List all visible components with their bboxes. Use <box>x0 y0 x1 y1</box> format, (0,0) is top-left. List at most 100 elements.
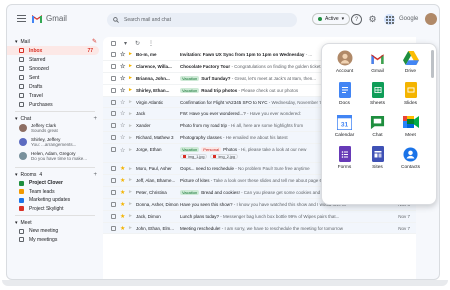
meet-item[interactable]: My meetings <box>7 236 103 245</box>
row-checkbox[interactable] <box>111 147 116 153</box>
row-checkbox[interactable] <box>111 201 116 207</box>
app-docs[interactable]: Docs <box>328 82 361 106</box>
meet-item[interactable]: New meeting <box>7 227 103 236</box>
star-icon[interactable]: ★ <box>120 165 126 172</box>
star-icon[interactable]: ☆ <box>120 87 126 94</box>
attachment-chip[interactable]: img_1.jpg <box>180 154 208 160</box>
select-all-checkbox[interactable] <box>111 40 116 46</box>
app-gmail[interactable]: Gmail <box>361 50 394 74</box>
star-icon[interactable]: ☆ <box>120 134 126 141</box>
row-checkbox[interactable] <box>111 51 116 57</box>
help-icon[interactable]: ? <box>351 14 362 25</box>
sidebar-item-starred[interactable]: Starred <box>7 55 99 64</box>
chat-list-item[interactable]: Jeffery Clark Sounds great <box>7 123 99 137</box>
app-chat[interactable]: Chat <box>361 114 394 138</box>
search-bar[interactable]: Search mail and chat <box>107 13 297 27</box>
email-row[interactable]: ★ ► John, Ethan, Elm... Meeting reschedule!… <box>103 222 416 235</box>
star-icon[interactable]: ☆ <box>120 122 126 129</box>
row-checkbox[interactable] <box>111 213 116 219</box>
row-checkbox[interactable] <box>111 177 116 183</box>
room-item[interactable]: Marketing updates <box>7 196 103 205</box>
important-marker-icon[interactable]: ► <box>128 177 133 183</box>
row-checkbox[interactable] <box>111 135 116 141</box>
room-item[interactable]: Project Clover <box>7 179 103 188</box>
search-input[interactable]: Search mail and chat <box>124 17 171 23</box>
room-item[interactable]: Team leads <box>7 188 103 197</box>
important-marker-icon[interactable]: ► <box>128 123 133 129</box>
row-checkbox[interactable] <box>111 99 116 105</box>
sidebar-item-purchases[interactable]: Purchases <box>7 100 99 109</box>
star-icon[interactable]: ☆ <box>120 147 126 154</box>
sidebar-item-sent[interactable]: Sent <box>7 73 99 82</box>
compose-pencil-icon[interactable]: ✎ <box>92 38 97 45</box>
important-marker-icon[interactable]: ► <box>128 51 133 57</box>
important-marker-icon[interactable]: ► <box>128 201 133 207</box>
row-checkbox[interactable] <box>111 166 116 172</box>
label-badge[interactable]: Vacation <box>180 147 200 153</box>
plus-icon[interactable]: + <box>93 116 97 122</box>
plus-icon[interactable]: + <box>93 172 97 178</box>
meet-section-header[interactable]: ▾ Meet <box>7 218 103 227</box>
apps-grid-icon[interactable] <box>384 14 395 25</box>
important-marker-icon[interactable]: ► <box>128 63 133 69</box>
row-checkbox[interactable] <box>111 225 116 231</box>
chat-section-header[interactable]: ▾ Chat + <box>7 114 103 123</box>
app-contacts[interactable]: Contacts <box>394 146 427 170</box>
important-marker-icon[interactable]: ► <box>128 99 133 105</box>
important-marker-icon[interactable]: ► <box>128 166 133 172</box>
star-icon[interactable]: ★ <box>120 201 126 208</box>
star-icon[interactable]: ★ <box>120 177 126 184</box>
sidebar-item-inbox[interactable]: Inbox 77 <box>7 46 99 55</box>
important-marker-icon[interactable]: ► <box>128 213 133 219</box>
label-badge[interactable]: Vacation <box>180 87 200 93</box>
star-icon[interactable]: ★ <box>120 225 126 232</box>
sidebar-item-snoozed[interactable]: Snoozed <box>7 64 99 73</box>
important-marker-icon[interactable]: ► <box>128 135 133 141</box>
star-icon[interactable]: ★ <box>120 213 126 220</box>
more-vert-icon[interactable]: ⋮ <box>148 40 154 47</box>
star-icon[interactable]: ☆ <box>120 110 126 117</box>
row-checkbox[interactable] <box>111 111 116 117</box>
star-icon[interactable]: ☆ <box>120 63 126 70</box>
important-marker-icon[interactable]: ► <box>128 225 133 231</box>
star-icon[interactable]: ☆ <box>120 75 126 82</box>
important-marker-icon[interactable]: ► <box>128 111 133 117</box>
app-sheets[interactable]: Sheets <box>361 82 394 106</box>
gear-icon[interactable]: ⚙ <box>367 14 378 25</box>
attachment-chip[interactable]: img_2.jpg <box>210 154 238 160</box>
star-icon[interactable]: ☆ <box>120 51 126 58</box>
app-account[interactable]: Account <box>328 50 361 74</box>
app-calendar[interactable]: 31 Calendar <box>328 114 361 138</box>
email-row[interactable]: ★ ► Jack, Dimon Lunch plans today? - Messen… <box>103 210 416 223</box>
launcher-scrollbar[interactable] <box>431 50 434 78</box>
search-icon[interactable] <box>113 17 119 23</box>
chevron-down-icon[interactable]: ▾ <box>124 40 127 47</box>
account-avatar[interactable] <box>425 13 437 25</box>
star-icon[interactable]: ☆ <box>120 99 126 106</box>
sidebar-item-travel[interactable]: Travel <box>7 91 99 100</box>
chat-list-item[interactable]: Helen, Adam, Gregory Do you have time to … <box>7 151 99 165</box>
gmail-logo[interactable]: Gmail <box>31 14 67 23</box>
important-marker-icon[interactable]: ► <box>128 147 133 153</box>
row-checkbox[interactable] <box>111 63 116 69</box>
row-checkbox[interactable] <box>111 87 116 93</box>
app-meet[interactable]: Meet <box>394 114 427 138</box>
chat-list-item[interactable]: Shirley, Jeffery You: ...arrangements... <box>7 137 99 151</box>
row-checkbox[interactable] <box>111 189 116 195</box>
app-slides[interactable]: Slides <box>394 82 427 106</box>
important-marker-icon[interactable]: ► <box>128 87 133 93</box>
rooms-section-header[interactable]: ▾ Rooms 4 + <box>7 170 103 179</box>
app-drive[interactable]: Drive <box>394 50 427 74</box>
refresh-icon[interactable]: ↻ <box>135 40 140 47</box>
label-badge[interactable]: Vacation <box>180 189 200 195</box>
sidebar-item-drafts[interactable]: Drafts <box>7 82 99 91</box>
mail-section-header[interactable]: ▾ Mail ✎ <box>7 37 103 46</box>
status-dropdown[interactable]: Active ▾ <box>312 13 351 25</box>
important-marker-icon[interactable]: ► <box>128 75 133 81</box>
row-checkbox[interactable] <box>111 123 116 129</box>
main-menu-icon[interactable] <box>17 15 26 24</box>
star-icon[interactable]: ★ <box>120 189 126 196</box>
app-sites[interactable]: Sites <box>361 146 394 170</box>
app-forms[interactable]: Forms <box>328 146 361 170</box>
label-badge[interactable]: Vacation <box>180 75 200 81</box>
